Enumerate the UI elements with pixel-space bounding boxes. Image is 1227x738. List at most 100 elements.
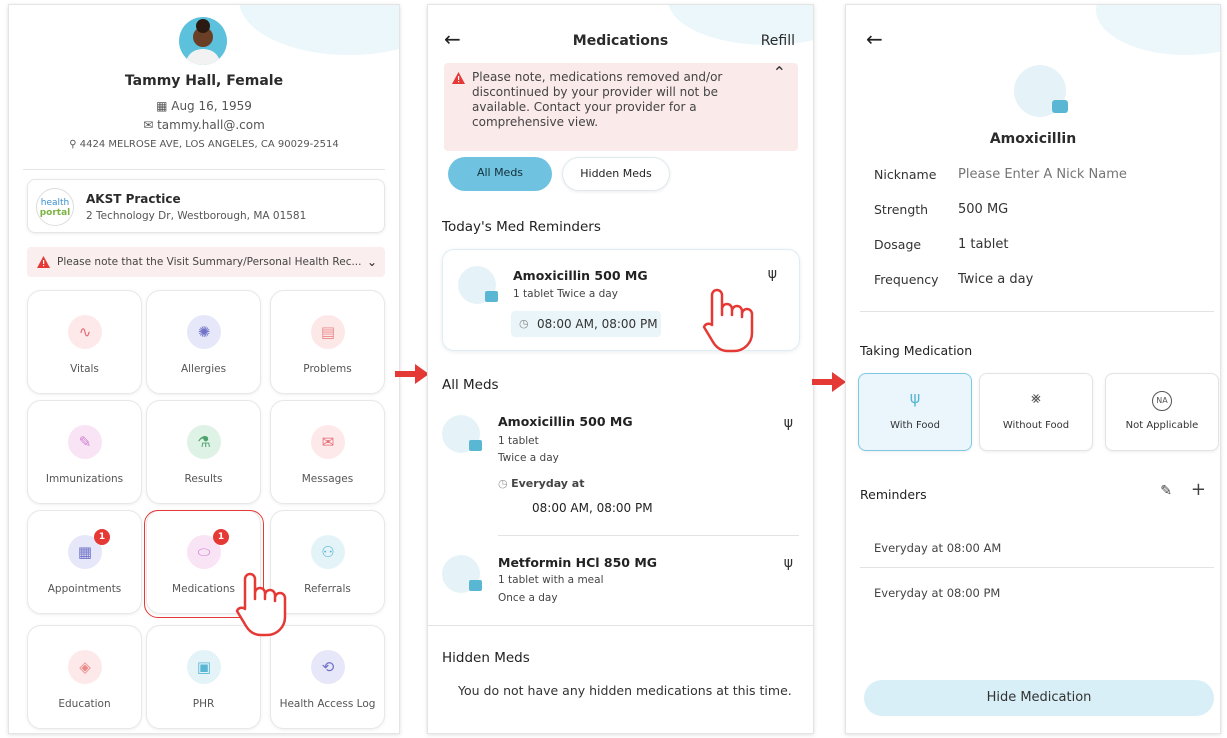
all-meds-heading: All Meds (442, 377, 499, 393)
patient-name: Tammy Hall, Female (124, 73, 284, 89)
reminder-item[interactable]: Everyday at 08:00 AM (874, 541, 1001, 555)
tab-hidden-meds[interactable]: Hidden Meds (562, 157, 670, 191)
tile-immunizations[interactable]: ✎ Immunizations (27, 400, 142, 504)
med-schedule: ◷ Everyday at (498, 477, 585, 490)
not-applicable-label: Not Applicable (1125, 420, 1199, 431)
problems-icon: ▤ (311, 315, 345, 349)
hidden-meds-heading: Hidden Meds (442, 650, 530, 666)
pill-icon[interactable] (1014, 65, 1068, 117)
med-line1: 1 tablet (498, 435, 539, 447)
pointing-hand-icon (702, 288, 754, 353)
tile-label: PHR (192, 698, 215, 710)
tile-label: Results (184, 473, 223, 485)
tile-label: Appointments (47, 583, 122, 595)
decorative-blob (1096, 5, 1220, 55)
dob-row: ▦ Aug 16, 1959 (9, 99, 399, 113)
tile-label: Education (58, 698, 111, 710)
chevron-down-icon[interactable]: ⌄ (367, 247, 377, 277)
location-pin-icon: ⚲ (69, 139, 80, 150)
without-food-label: Without Food (1002, 420, 1070, 431)
camera-icon[interactable] (1052, 100, 1068, 113)
nickname-input[interactable] (958, 163, 1188, 185)
divider (860, 567, 1214, 568)
tile-label: Vitals (70, 363, 99, 375)
fork-knife-icon: ψ (909, 388, 921, 407)
tile-allergies[interactable]: ✺ Allergies (146, 290, 261, 394)
tile-appointments[interactable]: ▦ 1 Appointments (27, 510, 142, 614)
divider (428, 625, 813, 626)
tile-label: Immunizations (45, 473, 124, 485)
add-reminder-icon[interactable]: + (1191, 479, 1206, 500)
med-name: Amoxicillin 500 MG (498, 414, 633, 429)
reminders-heading: Reminders (860, 487, 927, 502)
medications-notice[interactable]: Please note, medications removed and/or … (444, 63, 798, 151)
referral-icon: ⚇ (311, 535, 345, 569)
home-screen: Tammy Hall, Female ▦ Aug 16, 1959 ✉ tamm… (8, 4, 400, 734)
without-food-option[interactable]: ⨳ Without Food (979, 373, 1093, 451)
pointing-hand-icon (235, 572, 287, 637)
hide-medication-button[interactable]: Hide Medication (864, 680, 1214, 716)
camera-icon (485, 291, 498, 302)
med-line1: 1 tablet with a meal (498, 574, 604, 586)
pencil-icon[interactable]: ✎ (1160, 483, 1172, 499)
reminder-med-detail: 1 tablet Twice a day (513, 288, 618, 300)
tile-phr[interactable]: ▣ PHR (146, 625, 261, 729)
clock-icon: ◷ (519, 317, 529, 330)
practice-card[interactable]: health portal AKST Practice 2 Technology … (27, 179, 385, 233)
tile-health-access-log[interactable]: ⟲ Health Access Log (270, 625, 385, 729)
graduation-icon: ◈ (68, 650, 102, 684)
tile-problems[interactable]: ▤ Problems (270, 290, 385, 394)
dob-text: Aug 16, 1959 (171, 99, 252, 113)
tile-education[interactable]: ◈ Education (27, 625, 142, 729)
not-applicable-option[interactable]: NA Not Applicable (1105, 373, 1219, 451)
tile-messages[interactable]: ✉ Messages (270, 400, 385, 504)
back-arrow-icon[interactable]: ← (866, 27, 883, 51)
med-title: Amoxicillin (989, 131, 1077, 147)
practice-logo: health portal (36, 188, 74, 226)
tile-label: Health Access Log (279, 698, 376, 710)
na-icon: NA (1106, 388, 1218, 411)
na-icon-text: NA (1152, 391, 1172, 411)
chevron-up-icon[interactable]: ⌃ (773, 65, 786, 81)
med-name: Metformin HCl 850 MG (498, 555, 658, 570)
email-row: ✉ tammy.hall@.com (9, 118, 399, 132)
home-notice-text: Please note that the Visit Summary/Perso… (57, 256, 362, 268)
fork-knife-icon: ψ (783, 415, 793, 431)
avatar[interactable] (179, 17, 227, 65)
decorative-blob (239, 5, 399, 55)
med-schedule-text: Everyday at (511, 477, 585, 490)
with-food-label: With Food (890, 420, 940, 431)
warning-icon (37, 256, 50, 268)
practice-name: AKST Practice (86, 192, 181, 206)
clock-icon: ◷ (498, 477, 512, 490)
tile-vitals[interactable]: ∿ Vitals (27, 290, 142, 394)
med-line2: Twice a day (498, 452, 559, 464)
tile-label: Problems (303, 363, 352, 375)
tab-all-meds[interactable]: All Meds (448, 157, 552, 191)
flow-arrow (812, 372, 846, 392)
dosage-label: Dosage (874, 237, 922, 252)
practice-address: 2 Technology Dr, Westborough, MA 01581 (86, 210, 307, 222)
page-title: Medications (572, 33, 669, 49)
camera-icon (469, 580, 482, 591)
tile-label: Messages (301, 473, 354, 485)
divider (860, 311, 1214, 312)
fork-knife-icon: ψ (783, 555, 793, 571)
reminder-item[interactable]: Everyday at 08:00 PM (874, 586, 1000, 600)
allergy-icon: ✺ (187, 315, 221, 349)
hidden-meds-empty-text: You do not have any hidden medications a… (458, 683, 792, 698)
frequency-value: Twice a day (958, 272, 1034, 287)
address-row: ⚲ 4424 MELROSE AVE, LOS ANGELES, CA 9002… (9, 139, 399, 150)
refill-button[interactable]: Refill (761, 33, 795, 49)
frequency-label: Frequency (874, 272, 939, 287)
pulse-icon: ∿ (68, 315, 102, 349)
logo-text-bottom: portal (39, 208, 71, 218)
envelope-icon: ✉ (311, 425, 345, 459)
pill-icon (458, 266, 498, 304)
tile-results[interactable]: ⚗ Results (146, 400, 261, 504)
notification-badge: 1 (94, 529, 110, 545)
nickname-label: Nickname (874, 167, 937, 182)
home-notice-banner[interactable]: Please note that the Visit Summary/Perso… (27, 247, 385, 277)
logo-text-top: health (40, 198, 70, 208)
with-food-option[interactable]: ψ With Food (858, 373, 972, 451)
